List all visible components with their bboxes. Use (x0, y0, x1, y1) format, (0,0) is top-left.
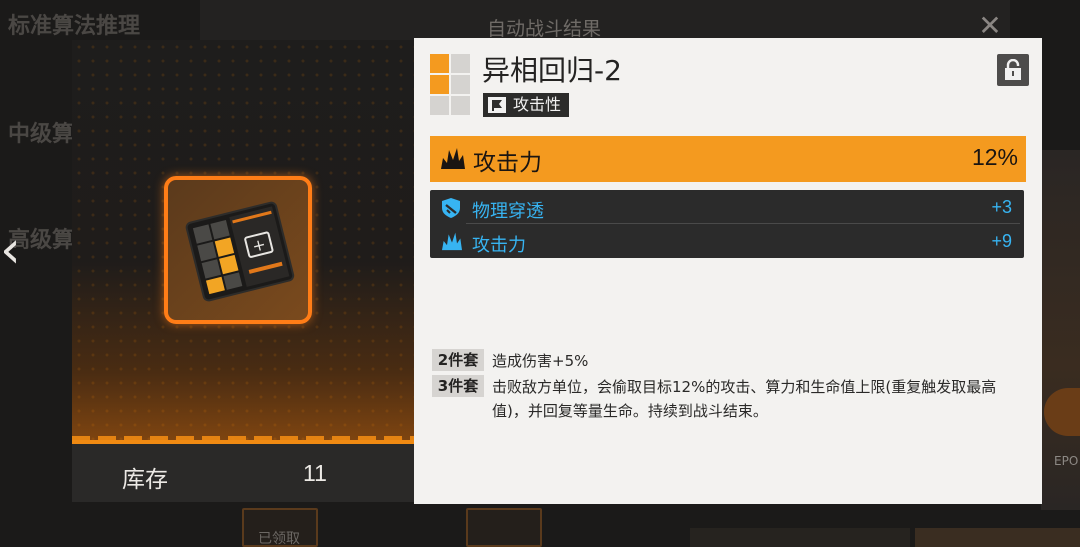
shield-pierce-icon (442, 198, 460, 218)
sub-stat-value: +9 (991, 231, 1012, 251)
main-stat-value: 12% (971, 144, 1018, 170)
item-icon-frame[interactable]: + (164, 176, 312, 324)
stock-label: 库存 (122, 467, 168, 493)
bg-sidebar-item-standard: 标准算法推理 (8, 14, 141, 39)
sub-stat-label: 攻击力 (472, 235, 526, 256)
chevron-left-icon[interactable]: ‹ (0, 222, 26, 278)
set-effect-text: 击败敌方单位，会偷取目标12%的攻击、算力和生命值上限(重复触发取最高值)，并回… (492, 378, 997, 420)
set-effect-tag: 3件套 (432, 375, 484, 397)
attack-burst-icon (442, 232, 462, 251)
bg-bottom-bar-accent (915, 528, 1080, 547)
sub-stat-value: +3 (991, 197, 1012, 217)
lock-icon (1005, 59, 1021, 80)
bg-bottom-button-label: 已领取 (258, 531, 300, 547)
stock-count: 11 (303, 460, 327, 486)
sub-stat-label: 物理穿透 (472, 201, 544, 222)
flag-icon (488, 97, 506, 113)
close-icon[interactable]: ✕ (976, 12, 1004, 40)
sub-stats-panel: 物理穿透 +3 攻击力 +9 (430, 190, 1024, 258)
bg-bottom-bar (690, 528, 910, 547)
bg-right-badge-label: EPO (1054, 454, 1079, 468)
sub-stat-row: 物理穿透 +3 (430, 190, 1024, 224)
type-tag: 攻击性 (483, 93, 570, 117)
sub-stat-row: 攻击力 +9 (430, 224, 1024, 258)
set-effect-text: 造成伤害+5% (492, 352, 589, 370)
item-title: 异相回归-2 (482, 54, 622, 87)
main-stat-bar: 攻击力 12% (430, 136, 1026, 182)
algorithm-chip-icon: + (185, 201, 295, 302)
main-stat-label: 攻击力 (473, 150, 542, 176)
type-tag-label: 攻击性 (513, 95, 562, 114)
bg-bottom-button-2[interactable] (466, 508, 542, 547)
bg-window-title: 自动战斗结果 (487, 18, 602, 40)
set-effect-tag: 2件套 (432, 349, 484, 371)
lock-button[interactable] (997, 54, 1029, 86)
attack-burst-icon (441, 148, 465, 169)
background-banner (200, 0, 1010, 40)
bg-sidebar-item-mid: 中级算 (8, 122, 75, 147)
rarity-grid-icon (430, 54, 470, 116)
